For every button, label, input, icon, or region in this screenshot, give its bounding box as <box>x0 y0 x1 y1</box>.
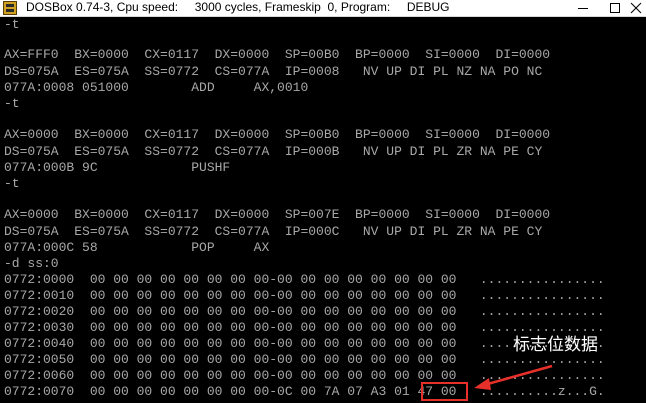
annotation-label: 标志位数据 <box>513 335 598 355</box>
